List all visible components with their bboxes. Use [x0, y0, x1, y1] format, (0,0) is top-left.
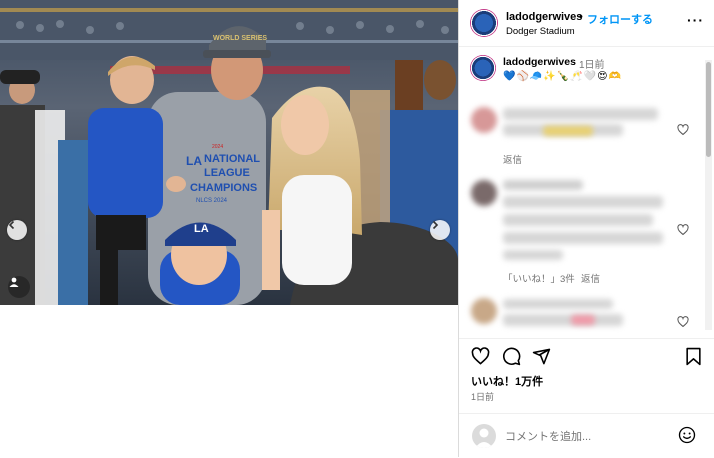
- comment-text-blurred: [503, 214, 653, 226]
- more-options-button[interactable]: ···: [687, 12, 704, 28]
- caption-username[interactable]: ladodgerwives: [503, 56, 576, 68]
- tagged-users-button[interactable]: [8, 276, 30, 298]
- author-avatar[interactable]: [470, 9, 498, 37]
- toddler-shirt: [88, 108, 163, 218]
- header-separator: •: [579, 11, 583, 23]
- current-user-avatar: [472, 424, 496, 448]
- comment-text-blurred: [503, 314, 623, 326]
- comment-avatar[interactable]: [471, 107, 497, 133]
- comment-bubble-icon[interactable]: [502, 347, 521, 366]
- comment-emoji-blurred: [543, 126, 593, 136]
- save-bookmark-icon[interactable]: [685, 347, 702, 366]
- next-image-button[interactable]: [430, 220, 450, 240]
- add-comment-bar: [459, 413, 714, 458]
- caption-time: 1日前: [579, 60, 605, 71]
- author-username[interactable]: ladodgerwives: [506, 11, 582, 23]
- like-heart-icon[interactable]: [471, 347, 490, 366]
- comment-avatar[interactable]: [471, 298, 497, 324]
- comment-text-blurred: [503, 196, 663, 208]
- photo-scene: WORLD SERIES LA NATIONAL LEAGUE CHAMPION…: [0, 0, 458, 305]
- caption-avatar[interactable]: [470, 55, 496, 81]
- caption-emoji-text: 💙⚾🧢✨🍾🥂🤍😍🫶: [503, 71, 623, 82]
- shirt-line-1: NATIONAL: [204, 153, 260, 165]
- comment-reply-button[interactable]: 返信: [503, 152, 522, 166]
- post-location[interactable]: Dodger Stadium: [506, 26, 575, 37]
- user-tag-icon: [9, 277, 19, 287]
- comment-like-heart-icon[interactable]: [677, 224, 689, 236]
- chevron-right-icon: [432, 220, 439, 230]
- like-count[interactable]: いいね！1万件: [471, 373, 543, 389]
- emoji-smiley-icon[interactable]: [678, 426, 696, 444]
- comment-text-blurred: [503, 232, 663, 244]
- comment-like-count[interactable]: 「いいね！」3件: [503, 271, 575, 285]
- shirt-line-3: CHAMPIONS: [190, 182, 257, 194]
- comment-avatar[interactable]: [471, 180, 497, 206]
- post-photo[interactable]: WORLD SERIES LA NATIONAL LEAGUE CHAMPION…: [0, 0, 458, 305]
- post-side-panel: ladodgerwives • フォローする Dodger Stadium ··…: [458, 0, 714, 457]
- comment-input[interactable]: [503, 427, 667, 447]
- post-actions: [459, 338, 714, 369]
- woman-top: [282, 175, 352, 285]
- previous-image-button[interactable]: [7, 220, 27, 240]
- comment-text-blurred: [503, 108, 658, 120]
- share-paper-plane-icon[interactable]: [532, 347, 551, 366]
- comments-scrollbar-thumb[interactable]: [706, 62, 711, 157]
- post-date: 1日前: [471, 392, 495, 402]
- comment-reply-button[interactable]: 返信: [581, 271, 600, 285]
- shirt-year: 2024: [212, 144, 223, 150]
- follow-button[interactable]: フォローする: [587, 11, 653, 27]
- comment-emoji-blurred: [571, 315, 595, 325]
- cap-text: WORLD SERIES: [213, 35, 267, 42]
- default-avatar-icon: [475, 428, 493, 448]
- chevron-left-icon: [8, 220, 15, 230]
- comment-text-blurred: [503, 180, 583, 190]
- comment-like-heart-icon[interactable]: [677, 124, 689, 136]
- shirt-sub: NLCS 2024: [196, 198, 228, 204]
- post-header: ladodgerwives • フォローする Dodger Stadium ··…: [459, 0, 714, 47]
- comment-text-blurred: [503, 250, 563, 260]
- kid-cap-logo: LA: [194, 223, 209, 235]
- comment-like-heart-icon[interactable]: [677, 316, 689, 328]
- shirt-line-2: LEAGUE: [204, 167, 250, 179]
- shirt-logo: LA: [186, 154, 202, 168]
- comment-text-blurred: [503, 299, 613, 309]
